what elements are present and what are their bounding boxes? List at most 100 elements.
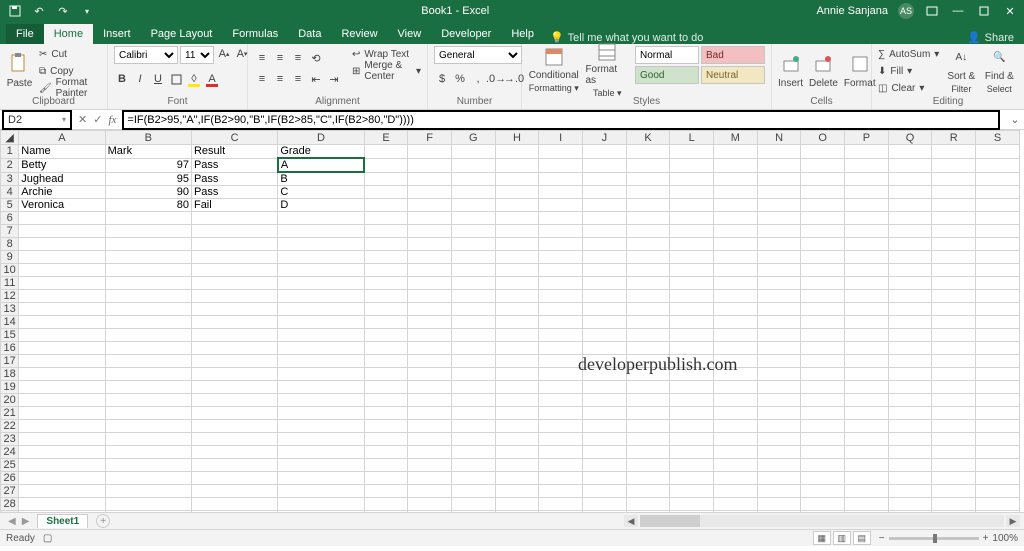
increase-decimal-icon[interactable]: .0→ (488, 71, 504, 87)
col-hdr[interactable]: S (976, 131, 1020, 145)
col-hdr[interactable]: D (278, 131, 364, 145)
enter-formula-icon[interactable]: ✓ (93, 113, 102, 126)
zoom-slider[interactable] (889, 537, 979, 540)
row-hdr[interactable]: 9 (1, 251, 19, 264)
share-button[interactable]: 👤Share (967, 31, 1014, 44)
tab-view[interactable]: View (388, 24, 432, 44)
cell[interactable]: C (278, 186, 364, 199)
cell[interactable]: B (278, 172, 364, 186)
row-hdr[interactable]: 15 (1, 329, 19, 342)
format-painter-button[interactable]: 🖌Format Painter (39, 80, 101, 96)
minimize-icon[interactable]: — (950, 3, 966, 19)
row-hdr[interactable]: 1 (1, 145, 19, 159)
undo-icon[interactable]: ↶ (32, 4, 46, 18)
cell[interactable]: 95 (105, 172, 191, 186)
row-hdr[interactable]: 20 (1, 394, 19, 407)
row-hdr[interactable]: 22 (1, 420, 19, 433)
find-select-button[interactable]: 🔍Find &Select (983, 46, 1015, 94)
col-hdr[interactable]: R (932, 131, 976, 145)
spreadsheet-grid[interactable]: ◢ ABCDEFGHIJKLMNOPQRS 1NameMarkResultGra… (0, 130, 1020, 512)
insert-cells-button[interactable]: Insert (778, 46, 803, 94)
row-hdr[interactable]: 29 (1, 511, 19, 513)
bold-button[interactable]: B (114, 71, 130, 87)
italic-button[interactable]: I (132, 71, 148, 87)
col-hdr[interactable]: O (801, 131, 845, 145)
ribbon-display-icon[interactable] (924, 3, 940, 19)
borders-button[interactable] (168, 71, 184, 87)
expand-formula-bar-icon[interactable]: ⌄ (1006, 113, 1024, 126)
zoom-level[interactable]: 100% (992, 533, 1018, 544)
view-page-layout-icon[interactable]: ▥ (833, 531, 851, 545)
col-hdr[interactable]: H (495, 131, 539, 145)
tab-home[interactable]: Home (44, 24, 93, 44)
cancel-formula-icon[interactable]: ✕ (78, 113, 87, 126)
align-middle-icon[interactable]: ≡ (272, 50, 288, 66)
cell[interactable]: Grade (278, 145, 364, 159)
col-hdr[interactable]: Q (888, 131, 932, 145)
zoom-out-icon[interactable]: − (879, 533, 885, 544)
row-hdr[interactable]: 3 (1, 172, 19, 186)
delete-cells-button[interactable]: Delete (809, 46, 838, 94)
orientation-icon[interactable]: ⟲ (308, 50, 324, 66)
paste-button[interactable]: Paste (6, 46, 33, 94)
col-hdr[interactable]: C (191, 131, 277, 145)
scroll-right-icon[interactable]: ▶ (1006, 515, 1020, 527)
row-hdr[interactable]: 2 (1, 158, 19, 172)
row-hdr[interactable]: 7 (1, 225, 19, 238)
redo-icon[interactable]: ↷ (56, 4, 70, 18)
cell[interactable]: Pass (191, 186, 277, 199)
decrease-indent-icon[interactable]: ⇤ (308, 71, 324, 87)
tab-insert[interactable]: Insert (93, 24, 141, 44)
tab-help[interactable]: Help (501, 24, 544, 44)
add-sheet-button[interactable]: + (96, 514, 110, 528)
conditional-formatting-button[interactable]: ConditionalFormatting ▾ (528, 46, 579, 94)
col-hdr[interactable]: B (105, 131, 191, 145)
horizontal-scrollbar[interactable]: ◀ ▶ (624, 515, 1024, 527)
font-name-select[interactable]: Calibri (114, 46, 178, 64)
align-center-icon[interactable]: ≡ (272, 71, 288, 87)
column-header-row[interactable]: ◢ ABCDEFGHIJKLMNOPQRS (1, 131, 1020, 145)
align-top-icon[interactable]: ≡ (254, 50, 270, 66)
col-hdr[interactable]: L (670, 131, 714, 145)
percent-format-icon[interactable]: % (452, 71, 468, 87)
number-format-select[interactable]: General (434, 46, 522, 64)
cell[interactable]: Pass (191, 172, 277, 186)
increase-font-icon[interactable]: A▴ (216, 46, 232, 62)
style-good[interactable]: Good (635, 66, 699, 84)
row-hdr[interactable]: 21 (1, 407, 19, 420)
col-hdr[interactable]: G (452, 131, 496, 145)
format-as-table-button[interactable]: Format asTable ▾ (585, 46, 629, 94)
tab-developer[interactable]: Developer (431, 24, 501, 44)
tab-file[interactable]: File (6, 24, 44, 44)
cut-button[interactable]: ✂Cut (39, 46, 101, 62)
select-all-cell[interactable]: ◢ (1, 131, 19, 145)
cell[interactable]: Jughead (19, 172, 105, 186)
col-hdr[interactable]: F (408, 131, 452, 145)
tell-me-search[interactable]: 💡Tell me what you want to do (550, 31, 703, 44)
row-hdr[interactable]: 12 (1, 290, 19, 303)
macro-record-icon[interactable]: ▢ (43, 533, 52, 544)
maximize-icon[interactable] (976, 3, 992, 19)
col-hdr[interactable]: K (626, 131, 670, 145)
zoom-in-icon[interactable]: + (983, 533, 989, 544)
active-cell[interactable]: A (278, 158, 364, 172)
scroll-left-icon[interactable]: ◀ (624, 515, 638, 527)
cell[interactable]: Betty (19, 158, 105, 172)
row-hdr[interactable]: 6 (1, 212, 19, 225)
cell[interactable]: 80 (105, 199, 191, 212)
style-normal[interactable]: Normal (635, 46, 699, 64)
col-hdr[interactable]: I (539, 131, 583, 145)
col-hdr[interactable]: M (714, 131, 758, 145)
next-sheet-icon[interactable]: ▶ (22, 516, 30, 527)
row-hdr[interactable]: 24 (1, 446, 19, 459)
cell[interactable]: 97 (105, 158, 191, 172)
accounting-format-icon[interactable]: $ (434, 71, 450, 87)
user-avatar[interactable]: AS (898, 3, 914, 19)
cell[interactable]: Veronica (19, 199, 105, 212)
fill-color-button[interactable]: ◊ (186, 71, 202, 87)
row-hdr[interactable]: 5 (1, 199, 19, 212)
cell[interactable]: D (278, 199, 364, 212)
font-color-button[interactable]: A (204, 71, 220, 87)
save-icon[interactable] (8, 4, 22, 18)
tab-data[interactable]: Data (288, 24, 331, 44)
